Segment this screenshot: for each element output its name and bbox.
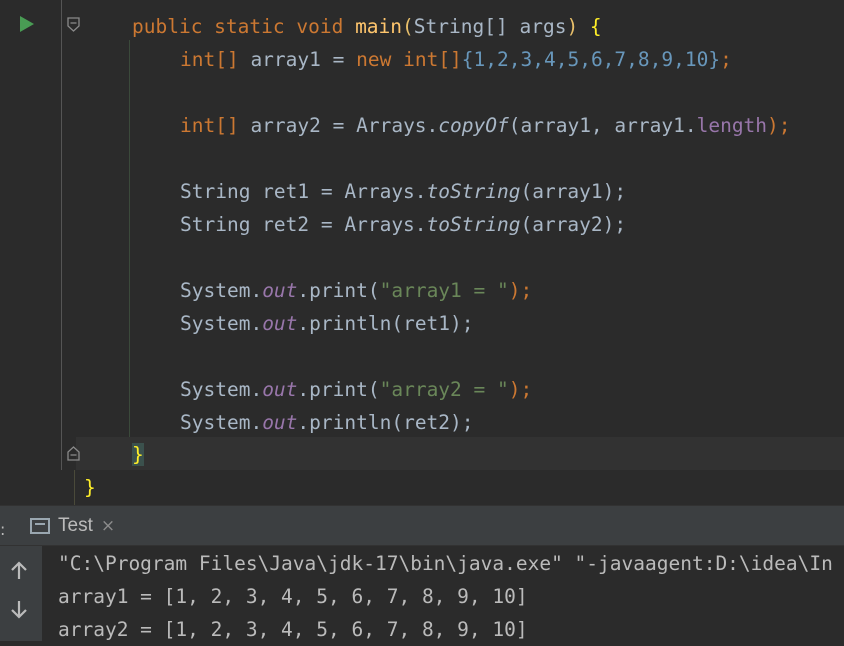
code-line-println1: System.out.println(ret1);	[180, 312, 474, 335]
fold-icon[interactable]	[67, 17, 80, 32]
run-panel-header: : Test ×	[0, 506, 844, 546]
code-line-ret1: String ret1 = Arrays.toString(array1);	[180, 180, 627, 203]
fold-icon[interactable]	[67, 446, 80, 461]
code-editor[interactable]: public static void main(String[] args) {…	[0, 0, 844, 505]
run-toolbar	[0, 546, 42, 641]
code-line-print1: System.out.print("array1 = ");	[180, 279, 533, 302]
code-line-print2: System.out.print("array2 = ");	[180, 378, 533, 401]
arrow-up-icon[interactable]	[8, 560, 30, 582]
indent-guide	[74, 470, 75, 505]
run-panel: : Test × "C:\Program Files\Java\jdk-17\b…	[0, 505, 844, 641]
code-line-println2: System.out.println(ret2);	[180, 411, 474, 434]
arrow-down-icon[interactable]	[8, 598, 30, 620]
console-line: array1 = [1, 2, 3, 4, 5, 6, 7, 8, 9, 10]	[58, 585, 528, 608]
run-tab-test[interactable]: Test ×	[30, 506, 115, 545]
code-line-ret2: String ret2 = Arrays.toString(array2);	[180, 213, 627, 236]
code-line-close-class: }	[84, 476, 96, 499]
gutter-divider	[61, 0, 62, 470]
current-line-highlight	[76, 437, 844, 470]
close-icon[interactable]: ×	[101, 516, 115, 536]
code-line-array2: int[] array2 = Arrays.copyOf(array1, arr…	[180, 114, 791, 137]
code-line-close-method: }	[132, 443, 144, 466]
console-line: "C:\Program Files\Java\jdk-17\bin\java.e…	[58, 552, 833, 575]
code-line-array1: int[] array1 = new int[]{1,2,3,4,5,6,7,8…	[180, 48, 732, 71]
run-icon[interactable]	[20, 16, 34, 32]
indent-guide	[129, 40, 130, 437]
run-tab-label: Test	[58, 514, 93, 536]
panel-edge-mark: :	[0, 520, 6, 539]
code-line-main-signature: public static void main(String[] args) {	[132, 15, 602, 38]
console-line: array2 = [1, 2, 3, 4, 5, 6, 7, 8, 9, 10]	[58, 618, 528, 641]
console-tab-icon	[30, 517, 50, 534]
